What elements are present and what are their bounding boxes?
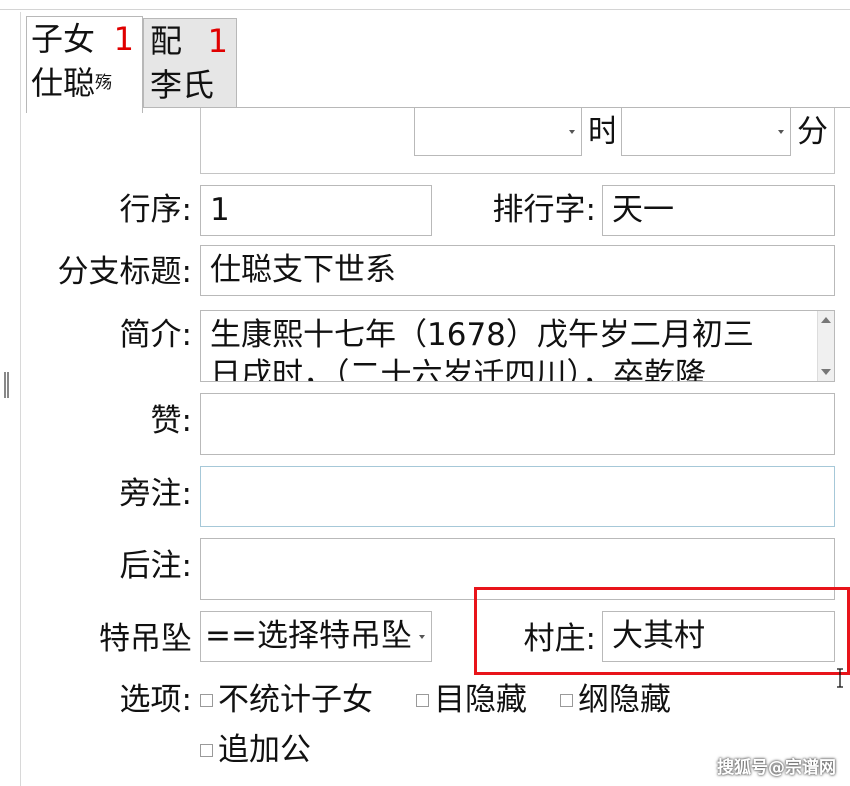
order-input[interactable]: 1: [200, 185, 432, 236]
left-frame-border: [20, 12, 21, 786]
rank-char-label: 排行字:: [492, 192, 596, 228]
rank-char-input[interactable]: 天一: [602, 185, 835, 236]
tab-spouse-title: 配: [150, 22, 183, 60]
text-cursor-icon: [837, 668, 843, 688]
branch-title-input[interactable]: 仕聪支下世系: [200, 245, 835, 296]
tab-spouse-count: 1: [207, 22, 228, 60]
chevron-down-icon: [419, 634, 425, 639]
option-no-count-children[interactable]: 不统计子女: [200, 680, 373, 720]
hour-suffix: 时: [588, 114, 614, 150]
checkbox[interactable]: [416, 693, 429, 707]
after-note-label: 后注:: [119, 548, 192, 584]
minute-select[interactable]: [621, 108, 791, 156]
tab-child-name: 仕聪: [31, 64, 96, 102]
tab-child[interactable]: 子女 1 仕聪殇: [26, 16, 143, 113]
tab-spouse-name: 李氏: [150, 66, 215, 104]
splitter-handle[interactable]: [4, 372, 10, 398]
watermark: 搜狐号@宗谱网: [717, 758, 836, 778]
order-label: 行序:: [119, 192, 192, 228]
intro-line-1: 生康熙十七年（1678）戊午岁二月初三: [210, 317, 754, 353]
side-note-input[interactable]: [200, 466, 835, 527]
tab-child-mark: 殇: [95, 73, 113, 93]
chevron-down-icon: [778, 129, 784, 134]
intro-label: 简介:: [119, 317, 192, 353]
tab-child-count: 1: [113, 20, 134, 58]
scroll-up-icon[interactable]: [821, 317, 831, 323]
option-hide-gang[interactable]: 纲隐藏: [560, 680, 671, 720]
minute-suffix: 分: [797, 114, 828, 150]
praise-label: 赞:: [150, 403, 192, 439]
top-border: [0, 9, 850, 10]
intro-scrollbar[interactable]: [817, 311, 834, 381]
checkbox[interactable]: [200, 693, 213, 707]
special-pendant-value: ==选择特吊坠: [205, 618, 412, 654]
checkbox[interactable]: [560, 693, 573, 707]
intro-line-2: 日戌时，（二十六岁迁四川），卒乾隆: [210, 357, 706, 382]
hour-select[interactable]: [414, 108, 582, 156]
chevron-down-icon: [569, 129, 575, 134]
village-input[interactable]: 大其村: [602, 611, 835, 662]
option-append-gong[interactable]: 追加公: [200, 730, 311, 770]
special-pendant-select[interactable]: ==选择特吊坠: [200, 611, 432, 662]
branch-title-label: 分支标题:: [57, 254, 192, 290]
intro-textarea[interactable]: 生康熙十七年（1678）戊午岁二月初三 日戌时，（二十六岁迁四川），卒乾隆: [200, 310, 835, 382]
village-label: 村庄:: [523, 621, 596, 657]
checkbox[interactable]: [200, 743, 213, 757]
praise-input[interactable]: [200, 393, 835, 455]
tab-spouse[interactable]: 配1 李氏: [143, 18, 237, 108]
tab-child-title: 子女: [31, 20, 96, 58]
side-note-label: 旁注:: [119, 476, 192, 512]
special-pendant-label: 特吊坠: [99, 621, 192, 657]
option-hide-mu[interactable]: 目隐藏: [416, 680, 527, 720]
options-label: 选项:: [119, 682, 192, 718]
scroll-down-icon[interactable]: [821, 369, 831, 375]
